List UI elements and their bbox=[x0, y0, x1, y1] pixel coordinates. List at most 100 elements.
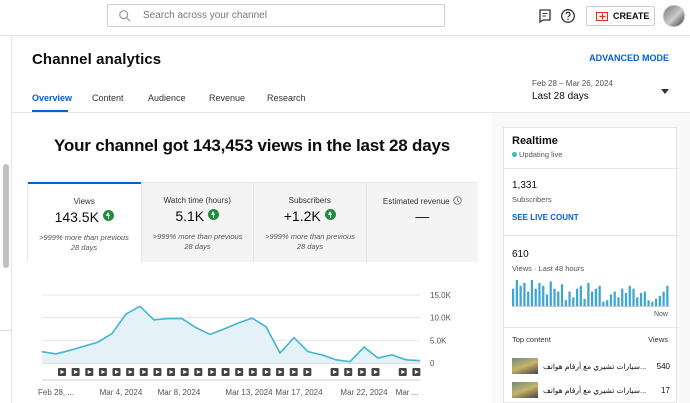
advanced-mode-link[interactable]: ADVANCED MODE bbox=[589, 53, 669, 63]
realtime-bar[interactable] bbox=[624, 293, 628, 306]
top-content-label: Top content bbox=[512, 335, 551, 344]
x-tick-label: Mar 8, 2024 bbox=[158, 388, 201, 397]
search-input[interactable]: Search across your channel bbox=[143, 10, 267, 21]
realtime-bar[interactable] bbox=[587, 282, 590, 306]
realtime-bar[interactable] bbox=[523, 282, 526, 306]
realtime-bar[interactable] bbox=[594, 288, 598, 306]
x-tick-label: Mar ... bbox=[396, 388, 419, 397]
realtime-views-label: Views · Last 48 hours bbox=[512, 264, 584, 273]
metric-value: +1.2K bbox=[254, 208, 366, 224]
realtime-bar[interactable] bbox=[666, 285, 669, 306]
realtime-bar[interactable] bbox=[568, 291, 571, 306]
realtime-bar[interactable] bbox=[557, 291, 560, 306]
realtime-bar[interactable] bbox=[654, 298, 658, 306]
realtime-bar[interactable] bbox=[553, 288, 556, 306]
realtime-bar[interactable] bbox=[602, 301, 605, 306]
realtime-bar[interactable] bbox=[519, 285, 522, 306]
realtime-bar[interactable] bbox=[512, 288, 515, 306]
trend-up-icon bbox=[324, 209, 336, 220]
realtime-bar[interactable] bbox=[636, 297, 639, 306]
scrollbar[interactable] bbox=[3, 164, 9, 268]
divider bbox=[504, 235, 678, 236]
metric-comparison: >999% more than previous 28 days bbox=[39, 233, 129, 252]
realtime-bar[interactable] bbox=[538, 282, 541, 306]
realtime-bar[interactable] bbox=[632, 288, 635, 306]
realtime-bar[interactable] bbox=[606, 300, 609, 306]
trend-up-icon bbox=[102, 210, 114, 221]
realtime-subscribers-label: Subscribers bbox=[512, 195, 552, 204]
realtime-bar[interactable] bbox=[545, 294, 549, 306]
views-chart: 15.0K 10.0K 5.0K 0 Feb 28, ... Mar 4, 2024 Mar… bbox=[12, 283, 492, 403]
realtime-title: Realtime bbox=[512, 135, 558, 147]
realtime-bar[interactable] bbox=[591, 291, 594, 306]
realtime-bar[interactable] bbox=[527, 291, 530, 306]
realtime-bar[interactable] bbox=[617, 297, 620, 306]
x-tick-label: Mar 22, 2024 bbox=[340, 388, 388, 397]
active-tab-indicator bbox=[32, 110, 68, 112]
see-live-count-link[interactable]: SEE LIVE COUNT bbox=[512, 213, 579, 222]
realtime-bar[interactable] bbox=[662, 291, 665, 306]
avatar[interactable] bbox=[663, 5, 685, 27]
realtime-bar[interactable] bbox=[651, 301, 654, 306]
info-icon[interactable] bbox=[452, 196, 462, 205]
realtime-bar[interactable] bbox=[530, 280, 534, 306]
create-label: CREATE bbox=[613, 11, 650, 21]
realtime-bar[interactable] bbox=[583, 298, 586, 306]
tab-revenue[interactable]: Revenue bbox=[209, 93, 245, 103]
realtime-bar[interactable] bbox=[647, 300, 650, 306]
top-content-item[interactable]: سيارات تشيري مع أرقام هواتف... 17 bbox=[512, 382, 670, 400]
realtime-bar[interactable] bbox=[613, 291, 616, 306]
metric-value: — bbox=[415, 208, 430, 224]
realtime-bar[interactable] bbox=[515, 280, 519, 306]
realtime-bar[interactable] bbox=[572, 297, 575, 306]
realtime-bar[interactable] bbox=[549, 281, 552, 306]
realtime-bar[interactable] bbox=[560, 284, 564, 306]
realtime-bar[interactable] bbox=[579, 285, 582, 306]
metric-revenue[interactable]: Estimated revenue — bbox=[365, 183, 478, 262]
realtime-bar[interactable] bbox=[639, 293, 643, 306]
views-chart-svg: 15.0K 10.0K 5.0K 0 Feb 28, ... Mar 4, 2024 Mar… bbox=[38, 291, 452, 397]
page-title: Channel analytics bbox=[32, 51, 162, 68]
realtime-bar[interactable] bbox=[542, 285, 545, 306]
realtime-bar-chart[interactable] bbox=[512, 280, 670, 308]
metric-watch-time[interactable]: Watch time (hours) 5.1K >999% more than … bbox=[140, 183, 253, 262]
top-content-item[interactable]: سيارات تشيري مع أرقام هواتف... 540 bbox=[512, 358, 670, 376]
date-range-label: Feb 28 – Mar 26, 2024 bbox=[532, 79, 613, 88]
realtime-bar[interactable] bbox=[609, 294, 613, 306]
top-bar: Search across your channel CREATE bbox=[0, 0, 690, 36]
plus-icon bbox=[599, 13, 606, 20]
video-views: 17 bbox=[661, 386, 670, 395]
messages-icon[interactable] bbox=[537, 8, 553, 24]
metric-subscribers[interactable]: Subscribers +1.2K >999% more than previo… bbox=[253, 183, 366, 262]
realtime-bar[interactable] bbox=[598, 285, 601, 306]
realtime-bar[interactable] bbox=[658, 295, 661, 306]
analytics-header: Channel analytics ADVANCED MODE Overview… bbox=[12, 37, 690, 113]
realtime-bar[interactable] bbox=[643, 291, 646, 306]
realtime-bar[interactable] bbox=[621, 288, 624, 306]
metric-tabs: Views 143.5K >999% more than previous 28… bbox=[27, 182, 478, 262]
realtime-views-value: 610 bbox=[512, 249, 529, 260]
trend-up-icon bbox=[208, 209, 220, 220]
realtime-bar[interactable] bbox=[564, 300, 567, 306]
tab-audience[interactable]: Audience bbox=[148, 93, 186, 103]
search-box[interactable]: Search across your channel bbox=[107, 4, 445, 27]
help-icon[interactable] bbox=[560, 8, 576, 24]
metric-value: 143.5K bbox=[28, 209, 141, 225]
x-tick-label: Mar 17, 2024 bbox=[275, 388, 323, 397]
video-title: سيارات تشيري مع أرقام هواتف... bbox=[543, 386, 647, 395]
metric-comparison: >999% more than previous 28 days bbox=[265, 232, 355, 251]
tab-overview[interactable]: Overview bbox=[32, 93, 72, 103]
x-tick-label: Mar 4, 2024 bbox=[100, 388, 143, 397]
metric-views[interactable]: Views 143.5K >999% more than previous 28… bbox=[28, 182, 141, 262]
create-button[interactable]: CREATE bbox=[586, 6, 655, 26]
realtime-bar[interactable] bbox=[628, 285, 631, 306]
tab-content[interactable]: Content bbox=[92, 93, 124, 103]
tab-research[interactable]: Research bbox=[267, 93, 306, 103]
realtime-bar[interactable] bbox=[534, 288, 537, 306]
video-thumbnail bbox=[512, 382, 538, 398]
realtime-status: Updating live bbox=[512, 150, 562, 159]
metric-label: Views bbox=[73, 197, 95, 206]
date-range-picker[interactable]: Feb 28 – Mar 26, 2024 Last 28 days bbox=[532, 79, 613, 102]
chevron-down-icon[interactable] bbox=[661, 89, 669, 95]
realtime-bar[interactable] bbox=[575, 288, 579, 306]
